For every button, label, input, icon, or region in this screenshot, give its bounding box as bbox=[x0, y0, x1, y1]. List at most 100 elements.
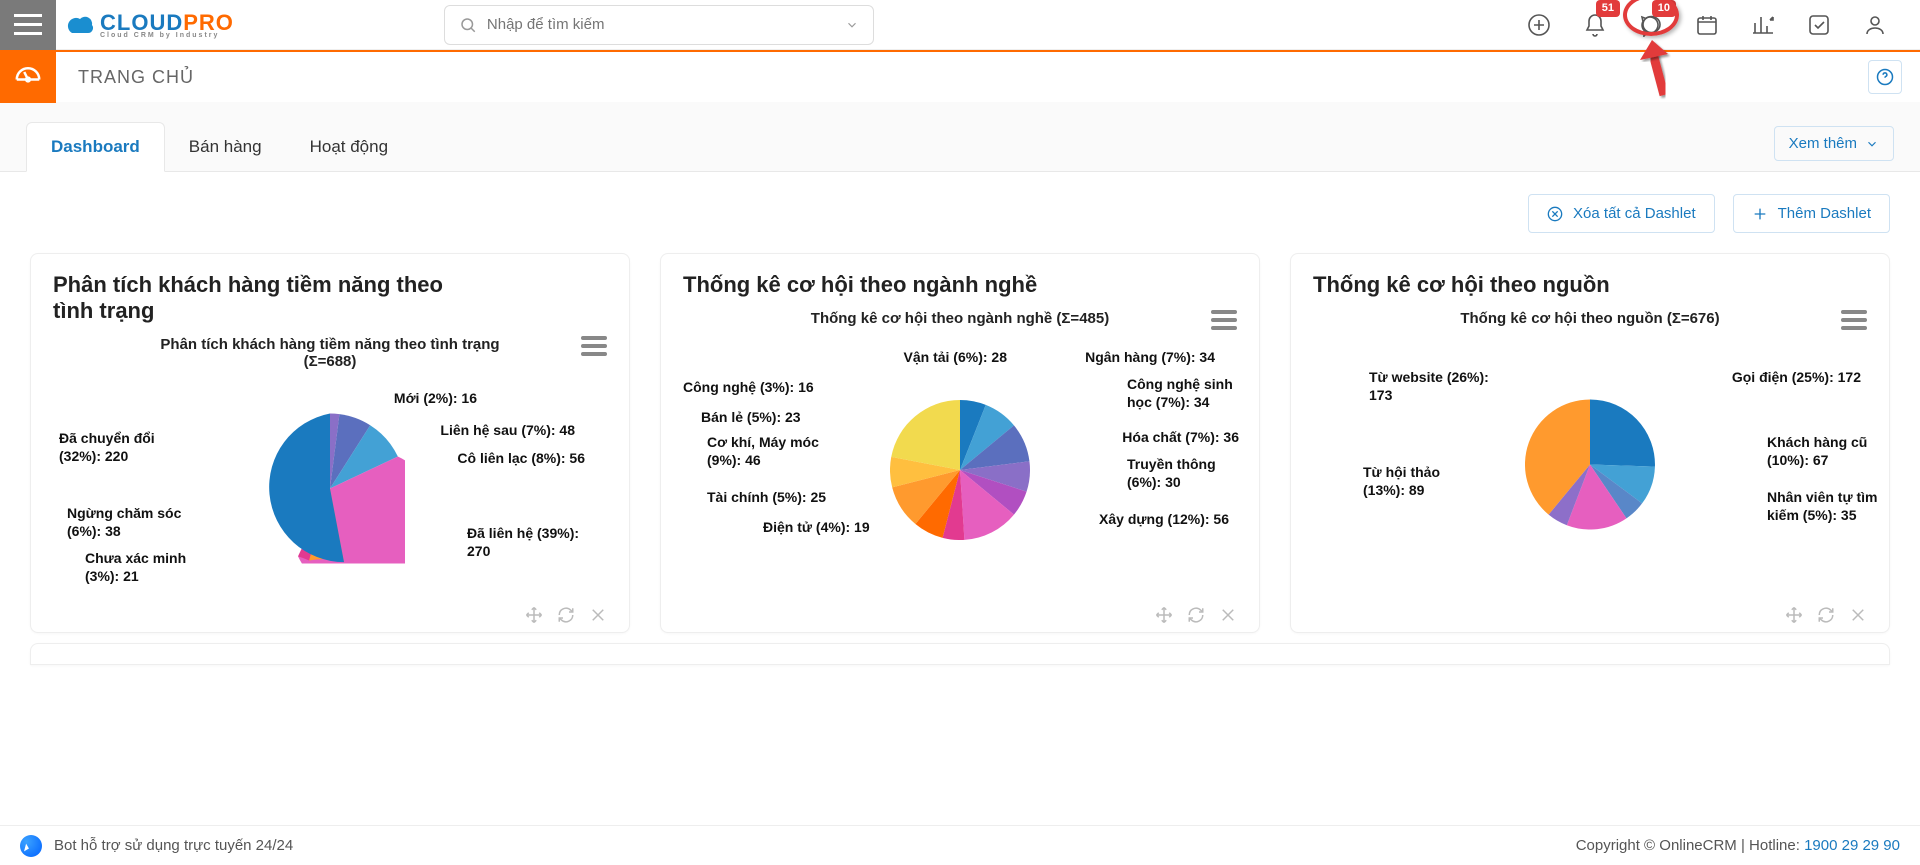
dashlet-opportunity-industry: Thống kê cơ hội theo ngành nghề Thống kê… bbox=[660, 253, 1260, 633]
pie-label: Khách hàng cũ (10%): 67 bbox=[1767, 434, 1887, 469]
move-icon bbox=[1155, 606, 1173, 624]
close-icon bbox=[1849, 606, 1867, 624]
pie-chart bbox=[255, 414, 405, 564]
menu-toggle-button[interactable] bbox=[0, 0, 56, 50]
pie-label: Liên hệ sau (7%): 48 bbox=[440, 422, 575, 440]
add-dashlet-label: Thêm Dashlet bbox=[1778, 205, 1871, 222]
dashlet-opportunity-source: Thống kê cơ hội theo nguồn Thống kê cơ h… bbox=[1290, 253, 1890, 633]
dashlet-actions: Xóa tất cả Dashlet Thêm Dashlet bbox=[0, 172, 1920, 239]
clear-dashlets-label: Xóa tất cả Dashlet bbox=[1573, 205, 1696, 222]
chart-title: Thống kê cơ hội theo nguồn (Σ=676) bbox=[1460, 310, 1719, 327]
chevron-down-icon bbox=[1865, 137, 1879, 151]
pie-label: Cô liên lạc (8%): 56 bbox=[457, 450, 585, 468]
next-dashlet-peek bbox=[30, 643, 1890, 665]
move-handle[interactable] bbox=[1785, 606, 1803, 624]
check-square-icon bbox=[1807, 13, 1831, 37]
dashlet-lead-status: Phân tích khách hàng tiềm năng theo tình… bbox=[30, 253, 630, 633]
pie-label: Ngân hàng (7%): 34 bbox=[1085, 349, 1215, 367]
pie-label: Cơ khí, Máy móc (9%): 46 bbox=[707, 434, 827, 469]
plus-circle-icon bbox=[1527, 13, 1551, 37]
calendar-button[interactable] bbox=[1695, 13, 1719, 37]
plus-icon bbox=[1752, 206, 1768, 222]
tab-sales[interactable]: Bán hàng bbox=[165, 123, 286, 171]
move-handle[interactable] bbox=[1155, 606, 1173, 624]
refresh-button[interactable] bbox=[1187, 606, 1205, 624]
footer: Bot hỗ trợ sử dụng trực tuyến 24/24 Copy… bbox=[0, 825, 1920, 865]
dashlet-title: Thống kê cơ hội theo ngành nghề bbox=[683, 272, 1103, 298]
chat-button[interactable]: 10 bbox=[1639, 13, 1663, 37]
dashlet-row: Phân tích khách hàng tiềm năng theo tình… bbox=[0, 239, 1920, 643]
bar-chart-icon bbox=[1751, 13, 1775, 37]
search-icon bbox=[459, 16, 477, 34]
question-circle-icon bbox=[1876, 68, 1894, 86]
search-input[interactable] bbox=[485, 15, 837, 34]
chart-menu-button[interactable] bbox=[1211, 310, 1237, 330]
chat-badge: 10 bbox=[1652, 0, 1676, 17]
topbar-actions: 51 10 bbox=[1527, 13, 1912, 37]
move-handle[interactable] bbox=[525, 606, 543, 624]
close-dashlet-button[interactable] bbox=[1849, 606, 1867, 624]
dashlet-title: Thống kê cơ hội theo nguồn bbox=[1313, 272, 1733, 298]
footer-hotline[interactable]: 1900 29 29 90 bbox=[1804, 837, 1900, 854]
refresh-icon bbox=[1187, 606, 1205, 624]
pie-label: Đã chuyển đổi (32%): 220 bbox=[59, 430, 179, 465]
pie-label: Mới (2%): 16 bbox=[394, 390, 477, 408]
dashlet-title: Phân tích khách hàng tiềm năng theo tình… bbox=[53, 272, 473, 324]
pie-label: Hóa chất (7%): 36 bbox=[1122, 429, 1239, 447]
pie-label: Từ website (26%): 173 bbox=[1369, 369, 1489, 404]
chart-title: Thống kê cơ hội theo ngành nghề (Σ=485) bbox=[811, 310, 1109, 327]
pie-label: Truyền thông (6%): 30 bbox=[1127, 456, 1247, 491]
pie-label: Xây dựng (12%): 56 bbox=[1099, 511, 1229, 529]
footer-right: Copyright © OnlineCRM | Hotline: 1900 29… bbox=[1576, 837, 1900, 854]
chart-area: Phân tích khách hàng tiềm năng theo tình… bbox=[53, 330, 607, 602]
global-search[interactable] bbox=[444, 5, 874, 45]
pie-label: Tài chính (5%): 25 bbox=[707, 489, 826, 507]
add-button[interactable] bbox=[1527, 13, 1551, 37]
logo[interactable]: CLOUDPRO Cloud CRM by Industry bbox=[62, 10, 234, 39]
help-button[interactable] bbox=[1868, 60, 1902, 94]
clear-dashlets-button[interactable]: Xóa tất cả Dashlet bbox=[1528, 194, 1715, 233]
refresh-icon bbox=[557, 606, 575, 624]
reports-button[interactable] bbox=[1751, 13, 1775, 37]
dashlet-footer bbox=[1313, 606, 1867, 624]
subbar: TRANG CHỦ bbox=[0, 50, 1920, 102]
pie-label: Nhân viên tự tìm kiếm (5%): 35 bbox=[1767, 489, 1887, 524]
chart-menu-button[interactable] bbox=[1841, 310, 1867, 330]
pie-label: Vận tải (6%): 28 bbox=[904, 349, 1007, 367]
profile-button[interactable] bbox=[1863, 13, 1887, 37]
page-title: TRANG CHỦ bbox=[78, 67, 194, 88]
pie-label: Điện tử (4%): 19 bbox=[763, 519, 870, 537]
pie-label: Ngừng chăm sóc (6%): 38 bbox=[67, 505, 187, 540]
close-dashlet-button[interactable] bbox=[589, 606, 607, 624]
messenger-icon[interactable] bbox=[20, 835, 42, 857]
chart-area: Thống kê cơ hội theo nguồn (Σ=676) Gọi đ… bbox=[1313, 304, 1867, 602]
pie-label: Từ hội thảo (13%): 89 bbox=[1363, 464, 1483, 499]
footer-hotline-label: Hotline: bbox=[1749, 837, 1800, 854]
close-icon bbox=[589, 606, 607, 624]
chart-area: Thống kê cơ hội theo ngành nghề (Σ=485) bbox=[683, 304, 1237, 602]
refresh-button[interactable] bbox=[1817, 606, 1835, 624]
tasks-button[interactable] bbox=[1807, 13, 1831, 37]
add-dashlet-button[interactable]: Thêm Dashlet bbox=[1733, 194, 1890, 233]
chart-menu-button[interactable] bbox=[581, 336, 607, 356]
tab-dashboard[interactable]: Dashboard bbox=[26, 122, 165, 172]
module-icon[interactable] bbox=[0, 51, 56, 103]
view-more-button[interactable]: Xem thêm bbox=[1774, 126, 1894, 161]
close-dashlet-button[interactable] bbox=[1219, 606, 1237, 624]
view-more-label: Xem thêm bbox=[1789, 135, 1857, 152]
refresh-icon bbox=[1817, 606, 1835, 624]
tab-activity[interactable]: Hoạt động bbox=[286, 123, 412, 171]
footer-copyright: Copyright © OnlineCRM bbox=[1576, 837, 1737, 854]
pie-chart bbox=[1525, 400, 1655, 530]
pie-label: Công nghệ sinh học (7%): 34 bbox=[1127, 376, 1247, 411]
pie-label: Chưa xác minh (3%): 21 bbox=[85, 550, 205, 585]
dashboard-gauge-icon bbox=[13, 62, 43, 92]
refresh-button[interactable] bbox=[557, 606, 575, 624]
close-icon bbox=[1219, 606, 1237, 624]
topbar: CLOUDPRO Cloud CRM by Industry 51 10 bbox=[0, 0, 1920, 50]
notification-badge: 51 bbox=[1596, 0, 1620, 17]
notifications-button[interactable]: 51 bbox=[1583, 13, 1607, 37]
chevron-down-icon[interactable] bbox=[845, 18, 859, 32]
logo-tagline: Cloud CRM by Industry bbox=[100, 32, 219, 39]
calendar-icon bbox=[1695, 13, 1719, 37]
